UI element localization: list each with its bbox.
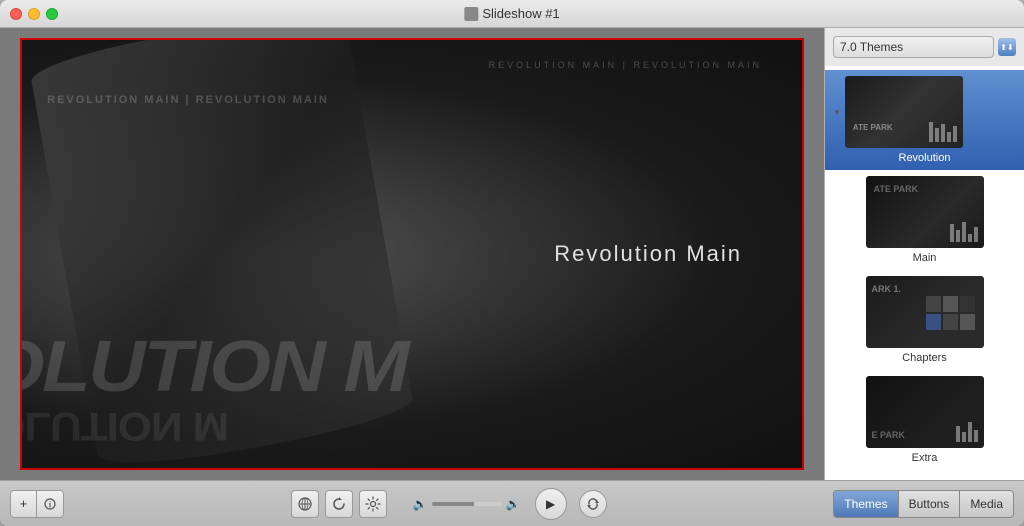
volume-low-icon: 🔈 [413, 497, 428, 511]
theme-item-main[interactable]: ATE PARK Main [825, 170, 1024, 270]
theme-thumb-revolution [845, 76, 963, 148]
bar3 [941, 124, 945, 142]
add-button[interactable]: + [11, 491, 37, 517]
theme-name-chapters: Chapters [902, 352, 947, 364]
tab-themes[interactable]: Themes [834, 491, 898, 517]
right-panel: 7.0 Themes ⬆⬇ ▼ [824, 28, 1024, 480]
svg-text:i: i [49, 500, 51, 509]
big-preview-text-reflected: OLUTION M [20, 403, 228, 448]
add-info-group: + i [10, 490, 64, 518]
volume-slider[interactable] [432, 502, 502, 506]
theme-thumb-chapters: ARK 1. [866, 276, 984, 348]
settings-icon [365, 496, 381, 512]
network-button[interactable] [291, 490, 319, 518]
bar4 [947, 132, 951, 142]
info-button[interactable]: i [37, 491, 63, 517]
theme-thumb-main: ATE PARK [866, 176, 984, 248]
toolbar-left: + i [10, 490, 64, 518]
preview-panel: REVOLUTION MAIN | REVOLUTION MAIN OLUTIO… [0, 28, 824, 480]
bar2 [935, 128, 939, 142]
volume-section: 🔈 🔊 [413, 497, 521, 511]
window-title: Slideshow #1 [464, 6, 559, 21]
theme-item-chapters[interactable]: ARK 1. Chapters [825, 270, 1024, 370]
preview-inner: REVOLUTION MAIN | REVOLUTION MAIN OLUTIO… [20, 38, 804, 470]
toolbar-right: Themes Buttons Media [833, 490, 1014, 518]
play-button[interactable]: ▶ [535, 488, 567, 520]
theme-name-revolution: Revolution [899, 152, 951, 164]
loop-button[interactable] [579, 490, 607, 518]
chapters-grid [926, 296, 976, 330]
close-button[interactable] [10, 8, 22, 20]
theme-name-extra: Extra [912, 452, 938, 464]
refresh-button[interactable] [325, 490, 353, 518]
thumb-bars [929, 122, 957, 142]
dropdown-arrow-icon[interactable]: ⬆⬇ [998, 38, 1016, 56]
tab-buttons[interactable]: Buttons [899, 491, 961, 517]
theme-name-main: Main [913, 252, 937, 264]
tab-media[interactable]: Media [960, 491, 1013, 517]
bar1 [929, 122, 933, 142]
network-icon [297, 496, 313, 512]
loop-icon [585, 496, 601, 512]
volume-high-icon: 🔊 [506, 497, 521, 511]
titlebar: Slideshow #1 [0, 0, 1024, 28]
toolbar-center: 🔈 🔊 ▶ [64, 488, 833, 520]
theme-list[interactable]: ▼ Revolution [825, 66, 1024, 480]
minimize-button[interactable] [28, 8, 40, 20]
cylinder-text: REVOLUTION MAIN | REVOLUTION MAIN [47, 94, 329, 106]
view-tab-group: Themes Buttons Media [833, 490, 1014, 518]
slideshow-icon [464, 7, 478, 21]
title-label: Slideshow #1 [482, 6, 559, 21]
theme-preview-label: Revolution Main [554, 241, 742, 267]
toolbar: + i [0, 480, 1024, 526]
themes-dropdown[interactable]: 7.0 Themes [833, 36, 994, 58]
bar5 [953, 126, 957, 142]
thumb-bars-main [950, 222, 978, 242]
thumb-bars-extra [956, 422, 978, 442]
refresh-icon [331, 496, 347, 512]
big-preview-text: OLUTION M [20, 326, 407, 408]
traffic-lights [10, 8, 58, 20]
theme-item-revolution[interactable]: ▼ Revolution [825, 70, 1024, 170]
expand-arrow-icon: ▼ [833, 108, 841, 117]
info-icon: i [44, 498, 56, 510]
themes-dropdown-label: 7.0 Themes [840, 40, 903, 54]
theme-item-extra[interactable]: E PARK Extra [825, 370, 1024, 470]
preview-watermark: REVOLUTION MAIN | REVOLUTION MAIN [489, 60, 762, 70]
maximize-button[interactable] [46, 8, 58, 20]
theme-thumb-extra: E PARK [866, 376, 984, 448]
content-area: REVOLUTION MAIN | REVOLUTION MAIN OLUTIO… [0, 28, 1024, 480]
main-window: Slideshow #1 REVOLUTION MAIN | REVOLUTIO… [0, 0, 1024, 526]
themes-dropdown-row: 7.0 Themes ⬆⬇ [825, 28, 1024, 66]
settings-button[interactable] [359, 490, 387, 518]
